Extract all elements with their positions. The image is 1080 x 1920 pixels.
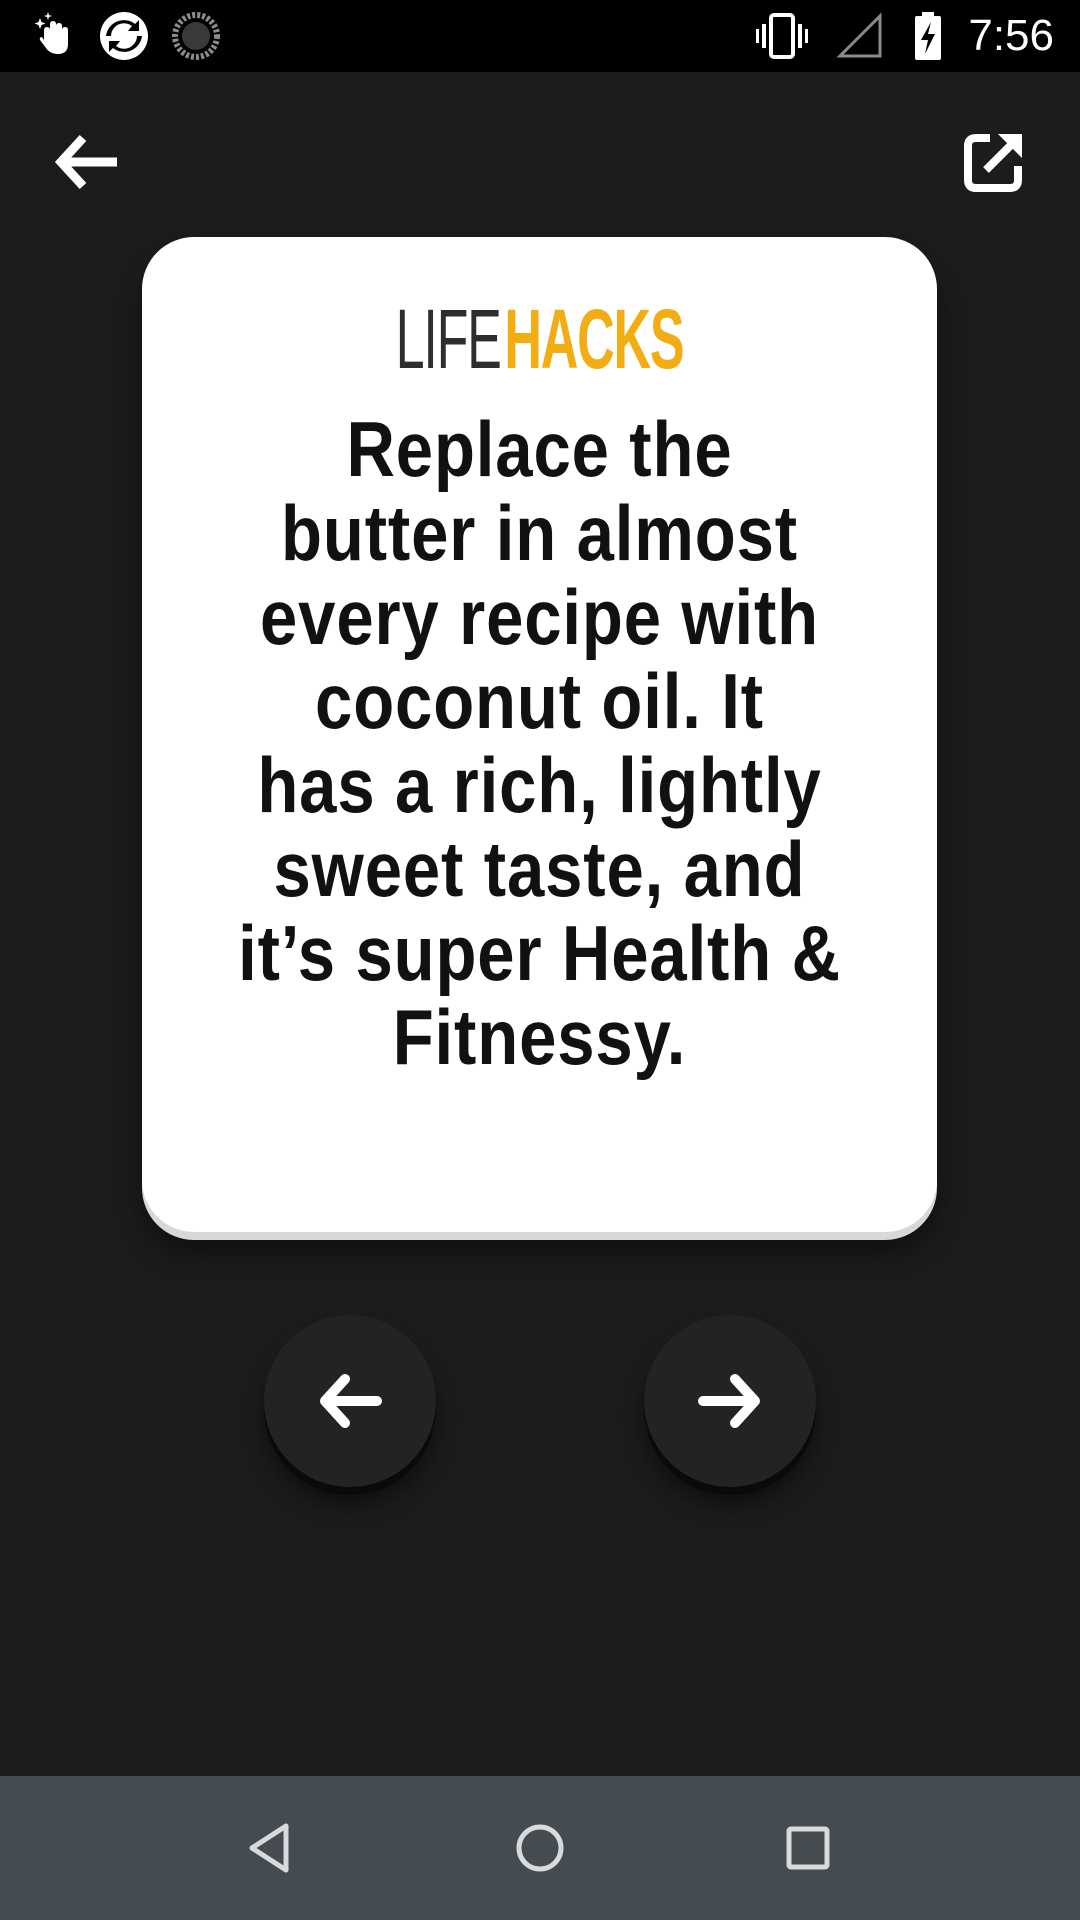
no-signal-icon xyxy=(836,12,882,58)
brand-logo: LIFEHACKS xyxy=(293,297,786,381)
hack-text: Replace the butter in almost every recip… xyxy=(198,407,882,1079)
home-circle-icon xyxy=(516,1824,564,1872)
hand-sparkle-icon xyxy=(34,12,68,54)
hack-line: coconut oil. It xyxy=(315,657,764,745)
next-hack-button[interactable] xyxy=(644,1315,816,1487)
system-back-button[interactable] xyxy=(220,1798,320,1898)
vibrate-icon xyxy=(756,13,808,59)
battery-charging-icon xyxy=(915,12,941,60)
back-button[interactable] xyxy=(38,112,138,212)
hack-line: has a rich, lightly xyxy=(257,741,822,829)
arrow-right-icon xyxy=(698,1374,760,1428)
hack-line: Fitnessy. xyxy=(392,993,687,1081)
system-home-button[interactable] xyxy=(490,1798,590,1898)
hack-line: Replace the xyxy=(346,405,733,493)
sync-logo-icon xyxy=(100,12,148,60)
screen: 7:56 LIFEHACKS Replace the butter in alm… xyxy=(0,0,1080,1920)
previous-hack-button[interactable] xyxy=(264,1315,436,1487)
share-button[interactable] xyxy=(944,112,1044,212)
loading-spinner-icon xyxy=(172,12,220,60)
system-recents-button[interactable] xyxy=(758,1798,858,1898)
status-time: 7:56 xyxy=(968,11,1054,60)
hack-card: LIFEHACKS Replace the butter in almost e… xyxy=(142,237,937,1232)
hack-line: every recipe with xyxy=(260,573,819,661)
hack-line: butter in almost xyxy=(281,489,798,577)
hack-line: sweet taste, and xyxy=(273,825,806,913)
brand-word-life: LIFE xyxy=(395,292,502,386)
back-arrow-icon xyxy=(54,134,117,190)
brand-word-hacks: HACKS xyxy=(504,292,684,386)
status-bar: 7:56 xyxy=(0,0,1080,72)
share-external-icon xyxy=(964,134,1022,192)
arrow-left-icon xyxy=(320,1374,382,1428)
hack-line: it’s super Health & xyxy=(238,909,841,997)
app-bar xyxy=(0,72,1080,252)
system-navigation-bar xyxy=(0,1776,1080,1920)
back-triangle-icon xyxy=(249,1823,289,1873)
recents-square-icon xyxy=(786,1826,830,1870)
